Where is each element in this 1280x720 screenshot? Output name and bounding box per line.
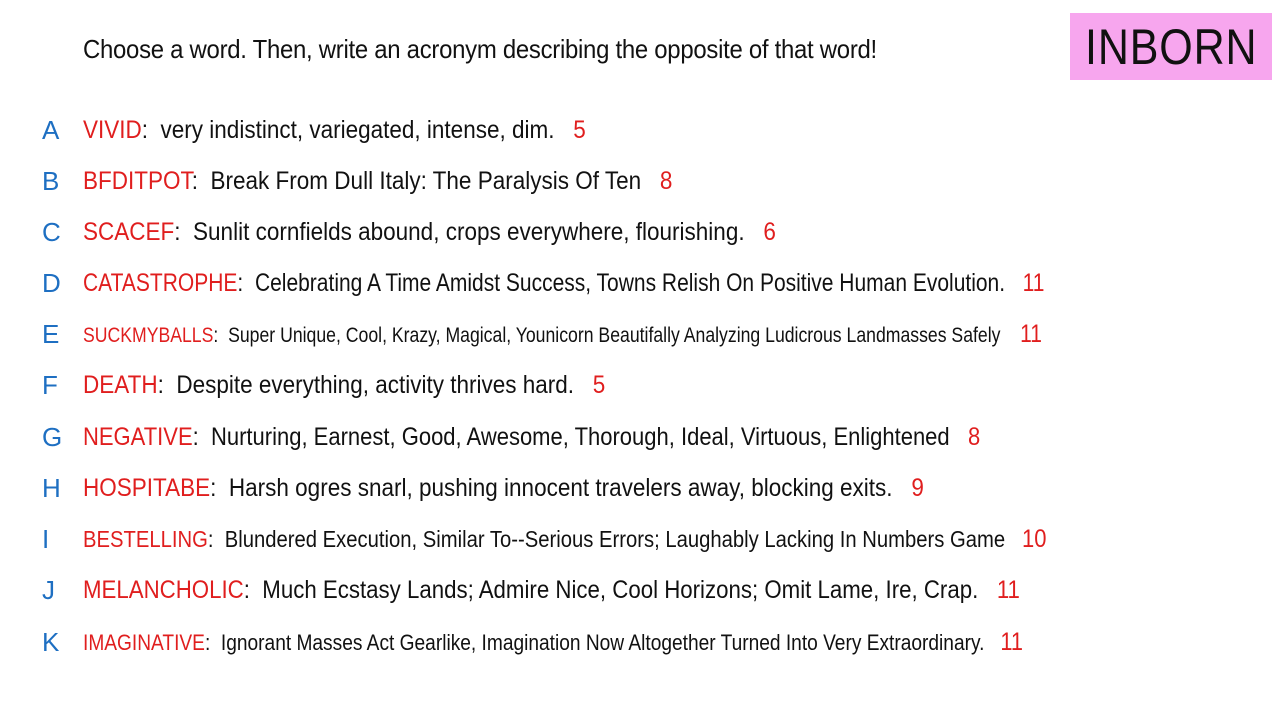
answer-row-a[interactable]: A VIVID: very indistinct, variegated, in… xyxy=(0,105,1280,155)
answer-line: MELANCHOLIC: Much Ecstasy Lands; Admire … xyxy=(83,565,1020,615)
answer-acronym: Blundered Execution, Similar To--Serious… xyxy=(224,526,1006,552)
option-letter: F xyxy=(42,370,58,400)
letter-count: 5 xyxy=(592,371,606,399)
answer-acronym: Break From Dull Italy: The Paralysis Of … xyxy=(210,167,642,195)
answer-row-i[interactable]: I BESTELLING: Blundered Execution, Simil… xyxy=(0,514,1280,564)
option-letter: E xyxy=(42,319,60,349)
colon: : xyxy=(204,630,211,655)
option-letter: J xyxy=(42,575,55,605)
answer-line: BFDITPOT: Break From Dull Italy: The Par… xyxy=(83,156,672,206)
colon: : xyxy=(141,116,149,144)
answer-acronym: Despite everything, activity thrives har… xyxy=(176,371,575,399)
answer-acronym: Super Unique, Cool, Krazy, Magical, Youn… xyxy=(228,324,1001,347)
answer-line: HOSPITABE: Harsh ogres snarl, pushing in… xyxy=(83,463,924,513)
answer-line: DEATH: Despite everything, activity thri… xyxy=(83,360,605,410)
letter-count: 6 xyxy=(763,218,776,246)
answer-word: SCACEF xyxy=(83,218,175,246)
answer-word: NEGATIVE xyxy=(83,423,193,451)
answer-row-j[interactable]: J MELANCHOLIC: Much Ecstasy Lands; Admir… xyxy=(0,565,1280,615)
answer-acronym: Celebrating A Time Amidst Success, Towns… xyxy=(254,269,1006,297)
answer-line: IMAGINATIVE: Ignorant Masses Act Gearlik… xyxy=(83,617,1023,668)
target-word: INBORN xyxy=(1084,18,1258,75)
option-letter: H xyxy=(42,473,61,503)
answer-line: SUCKMYBALLS: Super Unique, Cool, Krazy, … xyxy=(83,309,1042,361)
letter-count: 5 xyxy=(573,116,586,144)
answer-row-b[interactable]: B BFDITPOT: Break From Dull Italy: The P… xyxy=(0,156,1280,206)
colon: : xyxy=(157,371,164,399)
letter-count: 11 xyxy=(1022,269,1045,297)
answer-row-e[interactable]: E SUCKMYBALLS: Super Unique, Cool, Krazy… xyxy=(0,309,1280,359)
answer-word: HOSPITABE xyxy=(83,474,211,502)
answer-word: MELANCHOLIC xyxy=(83,576,244,604)
option-letter: G xyxy=(42,422,63,452)
colon: : xyxy=(237,269,244,297)
answer-line: NEGATIVE: Nurturing, Earnest, Good, Awes… xyxy=(83,412,980,462)
answer-line: CATASTROPHE: Celebrating A Time Amidst S… xyxy=(83,258,1044,308)
colon: : xyxy=(207,526,214,552)
answer-line: VIVID: very indistinct, variegated, inte… xyxy=(83,105,586,155)
option-letter: K xyxy=(42,627,60,657)
answer-line: BESTELLING: Blundered Execution, Similar… xyxy=(83,514,1046,564)
instruction-text: Choose a word. Then, write an acronym de… xyxy=(83,34,877,64)
colon: : xyxy=(174,218,181,246)
letter-count: 11 xyxy=(1000,628,1023,656)
answer-acronym: very indistinct, variegated, intense, di… xyxy=(160,116,555,144)
answer-acronym: Nurturing, Earnest, Good, Awesome, Thoro… xyxy=(210,423,950,451)
letter-count: 8 xyxy=(967,423,981,451)
letter-count: 10 xyxy=(1021,525,1047,553)
answer-acronym: Sunlit cornfields abound, crops everywhe… xyxy=(193,218,745,246)
answer-row-g[interactable]: G NEGATIVE: Nurturing, Earnest, Good, Aw… xyxy=(0,412,1280,462)
answer-acronym: Ignorant Masses Act Gearlike, Imaginatio… xyxy=(220,630,985,655)
letter-count: 11 xyxy=(996,576,1020,604)
colon: : xyxy=(243,576,250,604)
option-letter: A xyxy=(42,115,60,145)
answer-line: SCACEF: Sunlit cornfields abound, crops … xyxy=(83,207,776,257)
answer-word: CATASTROPHE xyxy=(83,269,238,297)
answer-word: VIVID xyxy=(83,116,142,144)
answer-word: BFDITPOT xyxy=(83,167,192,195)
colon: : xyxy=(210,474,217,502)
answer-word: BESTELLING xyxy=(83,526,208,552)
answer-row-h[interactable]: H HOSPITABE: Harsh ogres snarl, pushing … xyxy=(0,463,1280,513)
answer-word: DEATH xyxy=(83,371,158,399)
target-word-badge: INBORN xyxy=(1070,13,1272,80)
option-letter: C xyxy=(42,217,61,247)
colon: : xyxy=(191,167,199,195)
colon: : xyxy=(213,324,219,347)
colon: : xyxy=(192,423,199,451)
letter-count: 8 xyxy=(659,167,673,195)
option-letter: I xyxy=(42,524,50,554)
answer-row-k[interactable]: K IMAGINATIVE: Ignorant Masses Act Gearl… xyxy=(0,617,1280,667)
answer-word: SUCKMYBALLS xyxy=(83,324,214,347)
answer-row-c[interactable]: C SCACEF: Sunlit cornfields abound, crop… xyxy=(0,207,1280,257)
answer-word: IMAGINATIVE xyxy=(83,630,205,655)
option-letter: B xyxy=(42,166,60,196)
letter-count: 11 xyxy=(1020,320,1042,348)
answer-acronym: Harsh ogres snarl, pushing innocent trav… xyxy=(228,474,893,502)
letter-count: 9 xyxy=(911,474,924,502)
answer-acronym: Much Ecstasy Lands; Admire Nice, Cool Ho… xyxy=(262,576,979,604)
option-letter: D xyxy=(42,268,61,298)
answer-row-d[interactable]: D CATASTROPHE: Celebrating A Time Amidst… xyxy=(0,258,1280,308)
answer-row-f[interactable]: F DEATH: Despite everything, activity th… xyxy=(0,360,1280,410)
